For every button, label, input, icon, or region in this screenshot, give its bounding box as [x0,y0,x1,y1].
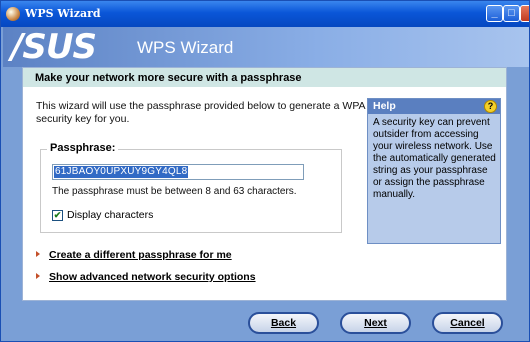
display-characters-label[interactable]: Display characters [67,209,153,221]
intro-text: This wizard will use the passphrase prov… [36,100,365,125]
display-characters-checkbox[interactable]: ✔ [52,210,63,221]
passphrase-value: 61JBAOY0UPXUY9GY4QL8 [54,166,189,178]
wizard-header: /SUS WPS Wizard [3,27,529,67]
passphrase-group: Passphrase: 61JBAOY0UPXUY9GY4QL8 The pas… [40,142,342,233]
help-panel: Help ? A security key can prevent outsid… [367,98,501,244]
passphrase-length-note: The passphrase must be between 8 and 63 … [52,186,297,197]
cancel-button[interactable]: Cancel [432,312,503,334]
help-title: Help [373,100,396,112]
step-banner: Make your network more secure with a pas… [23,68,506,87]
arrow-right-icon [36,273,40,279]
create-passphrase-link[interactable]: Create a different passphrase for me [36,249,232,261]
maximize-button[interactable]: □ [503,5,520,22]
help-text: A security key can prevent outsider from… [373,117,496,200]
advanced-security-link[interactable]: Show advanced network security options [36,271,256,283]
next-button[interactable]: Next [340,312,411,334]
help-header: Help ? [368,99,500,114]
create-passphrase-label: Create a different passphrase for me [49,249,232,261]
back-button[interactable]: Back [248,312,319,334]
close-button[interactable] [520,5,529,22]
arrow-right-icon [36,251,40,257]
asus-logo: /SUS [11,27,97,67]
content-panel: Make your network more secure with a pas… [22,67,507,301]
minimize-button[interactable]: _ [486,5,503,22]
passphrase-input[interactable]: 61JBAOY0UPXUY9GY4QL8 [52,164,304,180]
wizard-title: WPS Wizard [137,38,234,57]
banner-text: Make your network more secure with a pas… [35,72,302,84]
passphrase-label: Passphrase: [47,142,119,154]
advanced-security-label: Show advanced network security options [49,271,256,283]
app-icon [6,7,20,21]
wizard-window: WPS Wizard _ □ /SUS WPS Wizard Make your… [0,0,530,342]
help-question-icon[interactable]: ? [484,100,497,113]
window-title: WPS Wizard [25,7,101,20]
title-bar[interactable]: WPS Wizard _ □ [1,1,529,27]
